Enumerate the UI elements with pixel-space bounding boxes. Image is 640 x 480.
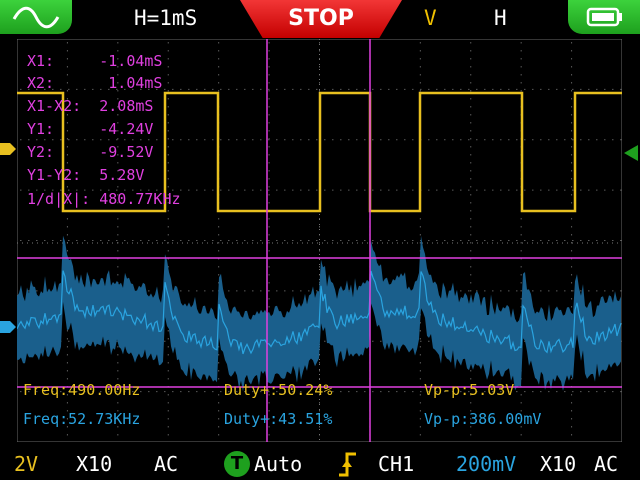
vertical-cursor-toggle[interactable]: V <box>424 6 437 30</box>
ch1-vpp: Vp-p:5.03V <box>424 381 515 399</box>
trigger-level-marker[interactable] <box>622 144 640 162</box>
trigger-source[interactable]: CH1 <box>378 452 414 476</box>
trigger-mode[interactable]: Auto <box>254 452 302 476</box>
cursor-freq-readout: 1/d|X|: 480.77KHz <box>27 190 181 208</box>
waveform-menu-button[interactable] <box>0 0 72 34</box>
ch2-offset-marker[interactable] <box>0 318 17 336</box>
horizontal-cursor-toggle[interactable]: H <box>494 6 507 30</box>
cursor-y2-readout: Y2: -9.52V <box>27 143 154 161</box>
ch1-probe[interactable]: X10 <box>76 452 112 476</box>
battery-status <box>568 0 640 34</box>
battery-icon <box>586 7 622 27</box>
bottom-bar: 2V X10 AC Auto CH1 200mV X10 AC <box>0 448 640 480</box>
cursor-x2-readout: X2: 1.04mS <box>27 74 163 92</box>
ch2-duty: Duty+:43.51% <box>224 410 333 428</box>
ch1-coupling[interactable]: AC <box>154 452 178 476</box>
top-bar: H=1mS STOP V H <box>0 0 640 38</box>
ch2-volts-div[interactable]: 200mV <box>456 452 516 476</box>
ch1-offset-marker[interactable] <box>0 140 17 158</box>
timebase-label[interactable]: H=1mS <box>134 6 197 30</box>
run-stop-button[interactable]: STOP <box>240 0 402 38</box>
ch2-probe[interactable]: X10 <box>540 452 576 476</box>
ch1-volts-div[interactable]: 2V <box>14 452 38 476</box>
cursor-y1-readout: Y1: -4.24V <box>27 120 154 138</box>
ch1-duty: Duty+:50.24% <box>224 381 333 399</box>
cursor-dy-readout: Y1-Y2: 5.28V <box>27 166 145 184</box>
ch2-frequency: Freq:52.73KHz <box>23 410 141 428</box>
trigger-icon: T <box>224 451 250 477</box>
sine-wave-icon <box>12 6 60 29</box>
ch1-frequency: Freq:490.00Hz <box>23 381 141 399</box>
cursor-dx-readout: X1-X2: 2.08mS <box>27 97 154 115</box>
rising-edge-icon[interactable] <box>336 451 358 477</box>
ch2-coupling[interactable]: AC <box>594 452 618 476</box>
ch2-vpp: Vp-p:386.00mV <box>424 410 542 428</box>
cursor-x1-readout: X1: -1.04mS <box>27 52 163 70</box>
